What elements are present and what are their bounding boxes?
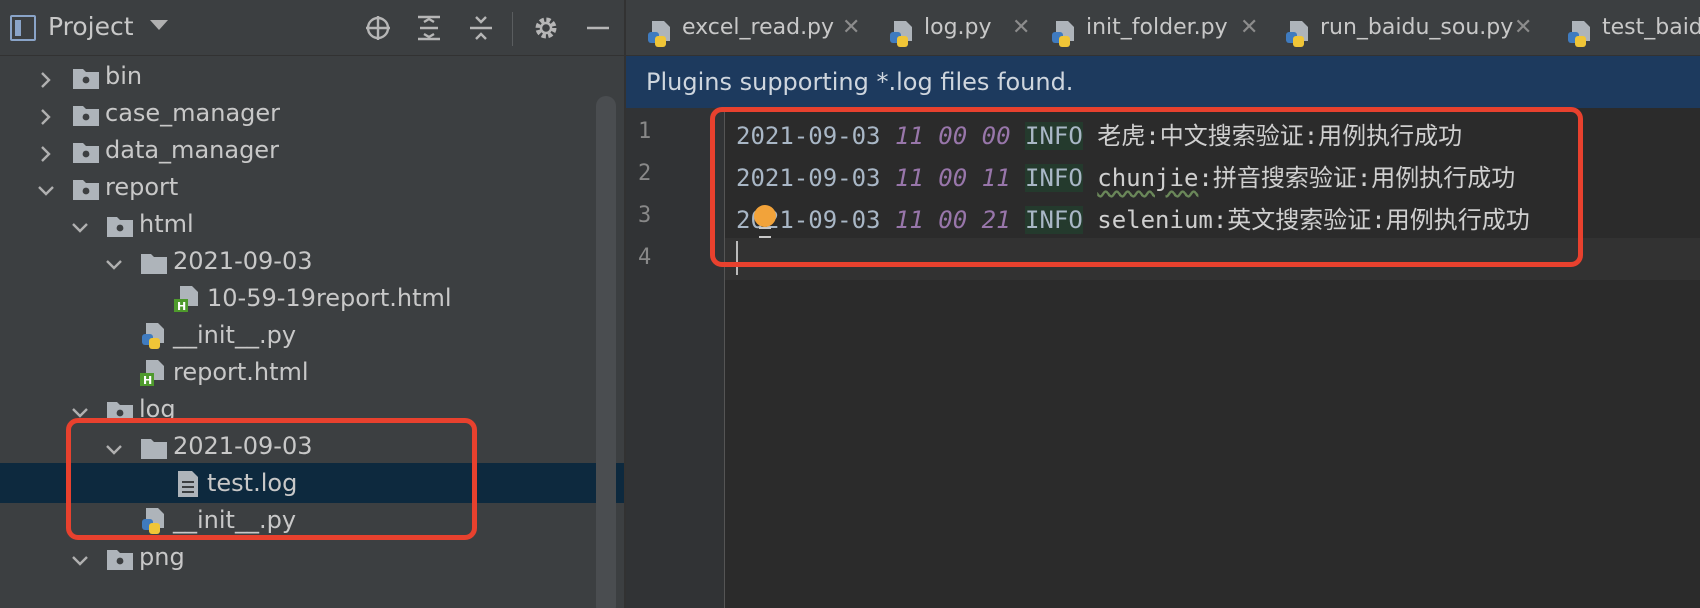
annotation-box <box>66 418 477 540</box>
project-panel: Project bin case_manager data_managerrepor… <box>0 0 624 608</box>
close-icon[interactable]: ✕ <box>1514 0 1532 55</box>
line-number: 2 <box>638 161 652 186</box>
tree-item-label: data_manager <box>105 136 279 164</box>
line-number: 4 <box>638 245 652 270</box>
expand-all-icon[interactable] <box>413 12 445 44</box>
module-folder-icon <box>106 544 134 570</box>
close-icon[interactable]: ✕ <box>842 0 860 55</box>
project-title[interactable]: Project <box>48 12 134 41</box>
tree-item[interactable]: html <box>0 204 624 244</box>
python-file-icon <box>1284 14 1312 47</box>
tree-item[interactable]: H 10-59-19report.html <box>0 278 624 318</box>
tree-item[interactable]: bin <box>0 56 624 96</box>
tree-item[interactable]: 2021-09-03 <box>0 241 624 281</box>
tab-label: init_folder.py <box>1086 15 1228 40</box>
python-file-icon <box>1050 14 1078 47</box>
tree-item-label: report.html <box>173 358 309 386</box>
chevron-down-icon[interactable] <box>102 249 126 273</box>
locate-icon[interactable] <box>362 12 394 44</box>
chevron-right-icon[interactable] <box>34 138 58 162</box>
toolbar-divider <box>512 12 513 46</box>
tree-item[interactable]: data_manager <box>0 130 624 170</box>
svg-text:H: H <box>143 374 152 387</box>
tree-item[interactable]: __init__.py <box>0 315 624 355</box>
tab-label: excel_read.py <box>682 15 835 40</box>
close-icon[interactable]: ✕ <box>1012 0 1030 55</box>
collapse-all-icon[interactable] <box>465 12 497 44</box>
tree-item-label: __init__.py <box>173 321 297 349</box>
tree-item[interactable]: Hreport.html <box>0 352 624 392</box>
code-editor[interactable]: 1 2 3 4 2021-09-03 11 00 00 INFO 老虎:中文搜索… <box>626 107 1700 608</box>
svg-text:H: H <box>177 300 186 313</box>
plugin-notification-banner[interactable]: Plugins supporting *.log files found. <box>626 56 1700 108</box>
python-file-icon <box>1566 14 1594 47</box>
chevron-down-icon[interactable] <box>68 545 92 569</box>
project-icon <box>10 15 36 41</box>
folder-icon <box>140 248 168 274</box>
tree-item-label: png <box>139 543 185 571</box>
tree-item-label: report <box>105 173 179 201</box>
project-panel-header: Project <box>0 0 624 56</box>
close-icon[interactable]: ✕ <box>1240 0 1258 55</box>
module-folder-icon <box>106 211 134 237</box>
tree-item-label: case_manager <box>105 99 281 127</box>
tree-item-label: 2021-09-03 <box>173 247 313 275</box>
chevron-down-icon[interactable] <box>150 20 168 30</box>
html-file-icon: H <box>174 285 202 313</box>
html-file-icon: H <box>140 359 168 387</box>
tree-item[interactable]: case_manager <box>0 93 624 133</box>
python-file-icon <box>140 322 168 349</box>
tree-item-label: html <box>139 210 194 238</box>
annotation-box <box>710 107 1583 267</box>
chevron-down-icon[interactable] <box>68 212 92 236</box>
module-folder-icon <box>72 137 100 163</box>
module-folder-icon <box>72 63 100 89</box>
chevron-right-icon[interactable] <box>34 64 58 88</box>
chevron-right-icon[interactable] <box>34 101 58 125</box>
editor-tabs: excel_read.py ✕ log.py ✕ init_folder.py ✕ run_… <box>626 0 1700 56</box>
gear-icon[interactable] <box>530 12 562 44</box>
tab-label: run_baidu_sou.py <box>1320 15 1514 40</box>
module-folder-icon <box>72 100 100 126</box>
banner-text: Plugins supporting *.log files found. <box>646 68 1074 96</box>
tree-item-label: bin <box>105 62 143 90</box>
minimize-icon[interactable] <box>582 12 614 44</box>
line-number: 1 <box>638 119 652 144</box>
chevron-down-icon[interactable] <box>34 175 58 199</box>
tree-item-label: 10-59-19report.html <box>207 284 452 312</box>
module-folder-icon <box>72 174 100 200</box>
python-file-icon <box>888 14 916 47</box>
tab-label: log.py <box>924 15 992 40</box>
tab-label: test_baidu <box>1602 15 1700 40</box>
python-file-icon <box>646 14 674 47</box>
line-number: 3 <box>638 203 652 228</box>
tree-scrollbar[interactable] <box>596 96 616 608</box>
tree-item[interactable]: png <box>0 537 624 577</box>
tree-item[interactable]: report <box>0 167 624 207</box>
